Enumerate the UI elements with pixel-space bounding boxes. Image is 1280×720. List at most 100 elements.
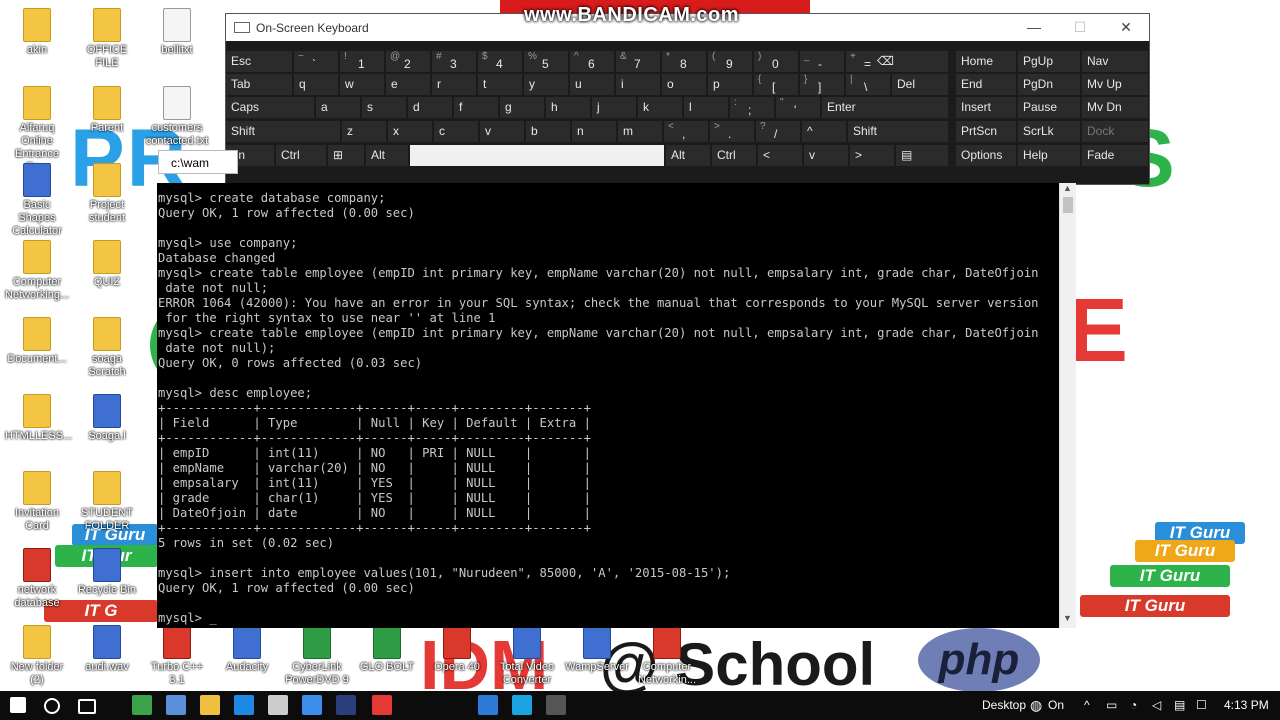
osk-nav-key[interactable]: Pause	[1018, 97, 1080, 118]
osk-key[interactable]: g	[500, 97, 544, 118]
osk-key[interactable]: Alt	[366, 145, 408, 166]
on-screen-keyboard-window[interactable]: On-Screen Keyboard — ☐ ✕ Esc ~ `! 1 @2 #3 $4% 5…	[225, 13, 1150, 185]
osk-key[interactable]: >	[850, 145, 894, 166]
desktop-icon[interactable]: Project student	[75, 163, 139, 225]
osk-key[interactable]: Ctrl	[276, 145, 326, 166]
ie-icon[interactable]	[302, 695, 322, 715]
scroll-down-icon[interactable]: ▼	[1063, 613, 1072, 623]
desktop-icon[interactable]: Invitation Card	[5, 471, 69, 533]
osk-key[interactable]: ) 0	[754, 51, 798, 72]
osk-nav-key[interactable]: PgDn	[1018, 74, 1080, 95]
osk-key[interactable]: * 8	[662, 51, 706, 72]
desktop-icon[interactable]: OFFICE FILE	[75, 8, 139, 70]
osk-key[interactable]: n	[572, 121, 616, 142]
osk-key[interactable]: d	[408, 97, 452, 118]
osk-key[interactable]: ~ `	[294, 51, 338, 72]
osk-key[interactable]: j	[592, 97, 636, 118]
desktop-icon[interactable]: Soaga.l	[75, 394, 139, 443]
osk-key[interactable]: h	[546, 97, 590, 118]
osk-key[interactable]	[410, 145, 664, 166]
osk-key[interactable]: v	[480, 121, 524, 142]
osk-key[interactable]: @2	[386, 51, 430, 72]
desktop-icon[interactable]: network database	[5, 548, 69, 610]
desktop-icon[interactable]: STUDENT FOLDER	[75, 471, 139, 533]
osk-key[interactable]: s	[362, 97, 406, 118]
osk-key[interactable]: m	[618, 121, 662, 142]
osk-key[interactable]: i	[616, 74, 660, 95]
vscode-icon[interactable]	[478, 695, 498, 715]
keyboard-icon[interactable]	[166, 695, 186, 715]
desktop-icon[interactable]: Recycle Bin	[75, 548, 139, 597]
osk-key[interactable]: v	[804, 145, 848, 166]
desktop-icon[interactable]: CyberLink PowerDVD 9	[285, 625, 349, 687]
osk-key[interactable]: #3	[432, 51, 476, 72]
desktop-icon[interactable]: customers contacted.txt	[145, 86, 209, 148]
osk-key[interactable]: k	[638, 97, 682, 118]
search-icon[interactable]	[44, 698, 60, 714]
osk-key[interactable]: Ctrl	[712, 145, 756, 166]
scroll-up-icon[interactable]: ▲	[1063, 183, 1072, 193]
osk-key[interactable]: % 5	[524, 51, 568, 72]
console-title-tab[interactable]: c:\wam	[158, 150, 238, 174]
osk-key[interactable]: Shift	[848, 121, 948, 142]
osk-key[interactable]: u	[570, 74, 614, 95]
on-label[interactable]: On	[1048, 691, 1064, 720]
desktop-icon[interactable]: Computer Networkin...	[635, 625, 699, 687]
notification-icon[interactable]: ☐	[1196, 691, 1207, 720]
osk-nav-key[interactable]: End	[956, 74, 1016, 95]
desktop-icon[interactable]: HTMLLESS...	[5, 394, 72, 443]
store-icon[interactable]	[268, 695, 288, 715]
maximize-button[interactable]: ☐	[1057, 19, 1103, 36]
osk-key[interactable]: {[	[754, 74, 798, 95]
desktop-icon[interactable]: GLO BOLT	[355, 625, 419, 674]
osk-key[interactable]: :;	[730, 97, 774, 118]
osk-key[interactable]: (9	[708, 51, 752, 72]
osk-key[interactable]: r	[432, 74, 476, 95]
minimize-button[interactable]: —	[1011, 19, 1057, 36]
clock[interactable]: 4:13 PM	[1224, 691, 1269, 720]
osk-key[interactable]: b	[526, 121, 570, 142]
osk-nav-key[interactable]: Fade	[1082, 145, 1148, 166]
camtasia-icon[interactable]	[132, 695, 152, 715]
task-view-icon[interactable]	[78, 699, 96, 714]
wifi-icon[interactable]: ◔	[1130, 691, 1137, 720]
desktop-icon[interactable]: Document...	[5, 317, 69, 366]
osk-key[interactable]: ^ 6	[570, 51, 614, 72]
osk-key[interactable]: & 7	[616, 51, 660, 72]
osk-key[interactable]: | \	[846, 74, 890, 95]
opera-icon[interactable]	[372, 695, 392, 715]
osk-key[interactable]: w	[340, 74, 384, 95]
osk-key[interactable]: <	[758, 145, 802, 166]
osk-key[interactable]: c	[434, 121, 478, 142]
desktop-icon[interactable]: Opera 40	[425, 625, 489, 674]
osk-key[interactable]: Tab	[226, 74, 292, 95]
console-icon[interactable]	[546, 695, 566, 715]
osk-nav-key[interactable]: PgUp	[1018, 51, 1080, 72]
desktop-icon[interactable]: audi.wav	[75, 625, 139, 674]
osk-key[interactable]: l	[684, 97, 728, 118]
osk-nav-key[interactable]: Help	[1018, 145, 1080, 166]
desktop-icon[interactable]: QUIZ	[75, 240, 139, 289]
desktop-icon[interactable]: Audacity	[215, 625, 279, 674]
desktop-toolbar-label[interactable]: Desktop	[982, 691, 1026, 720]
osk-key[interactable]: o	[662, 74, 706, 95]
osk-key[interactable]: " '	[776, 97, 820, 118]
start-icon[interactable]	[10, 697, 26, 713]
osk-key[interactable]: ⌫	[872, 51, 948, 72]
osk-nav-key[interactable]: Dock	[1082, 121, 1148, 142]
desktop-icon[interactable]: Computer Networking...	[5, 240, 69, 302]
osk-key[interactable]: q	[294, 74, 338, 95]
desktop-icon[interactable]: WampServer	[565, 625, 629, 674]
desktop-icon[interactable]: soaga Scratch	[75, 317, 139, 379]
console-scrollbar[interactable]: ▲ ▼	[1059, 183, 1076, 628]
chevron-up-icon[interactable]: ^	[1084, 691, 1090, 720]
osk-nav-key[interactable]: PrtScn	[956, 121, 1016, 142]
photoshop-icon[interactable]	[336, 695, 356, 715]
osk-key[interactable]: ▤	[896, 145, 948, 166]
language-icon[interactable]: ▤	[1174, 691, 1185, 720]
osk-key[interactable]: a	[316, 97, 360, 118]
osk-nav-key[interactable]: Insert	[956, 97, 1016, 118]
osk-nav-key[interactable]: Mv Dn	[1082, 97, 1148, 118]
file-explorer-icon[interactable]	[200, 695, 220, 715]
osk-nav-key[interactable]: Options	[956, 145, 1016, 166]
